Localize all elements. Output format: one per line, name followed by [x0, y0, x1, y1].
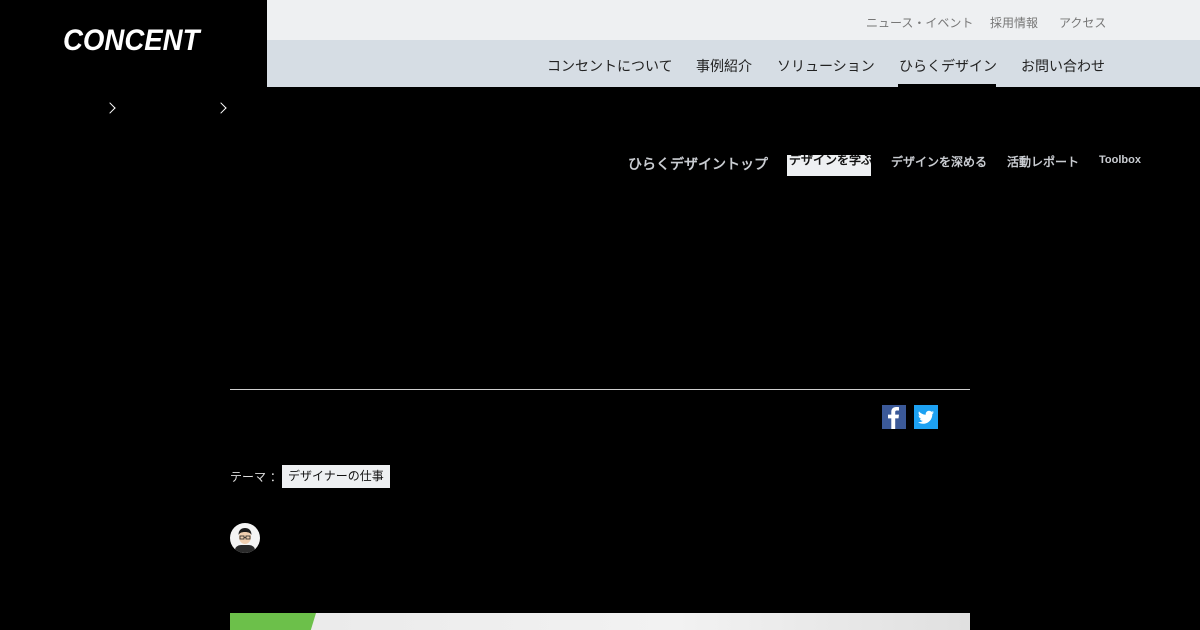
subnav-top[interactable]: ひらくデザイントップ: [628, 154, 768, 174]
hero-image: [230, 613, 970, 630]
content-divider: [230, 389, 970, 390]
chevron-right-icon: [104, 102, 116, 114]
nav-solutions[interactable]: ソリューション: [777, 56, 875, 76]
subnav-report[interactable]: 活動レポート: [1007, 153, 1079, 170]
concent-logo[interactable]: CONCENT: [63, 24, 199, 58]
nav-contact[interactable]: お問い合わせ: [1021, 56, 1105, 76]
nav-active-indicator: [898, 84, 996, 87]
nav-cases[interactable]: 事例紹介: [696, 56, 752, 76]
subnav-learn[interactable]: デザインを学ぶ: [787, 155, 871, 176]
hero-green-accent: [230, 613, 316, 630]
facebook-icon: [888, 407, 899, 429]
nav-hiraku-design[interactable]: ひらくデザイン: [899, 56, 997, 76]
facebook-share-button[interactable]: [882, 405, 906, 429]
theme-label: テーマ ：: [230, 470, 282, 484]
person-icon: [235, 528, 255, 553]
utility-nav: ニュース・イベント 採用情報 アクセス: [267, 0, 1200, 40]
nav-about[interactable]: コンセントについて: [547, 56, 673, 76]
logo-area: CONCENT: [0, 0, 267, 87]
main-nav: コンセントについて 事例紹介 ソリューション ひらくデザイン お問い合わせ: [267, 40, 1200, 87]
subnav-toolbox[interactable]: Toolbox: [1099, 154, 1141, 166]
chevron-right-icon: [215, 102, 227, 114]
access-link[interactable]: アクセス: [1059, 14, 1106, 31]
twitter-share-button[interactable]: [914, 405, 938, 429]
news-events-link[interactable]: ニュース・イベント: [866, 14, 973, 31]
subnav-deepen[interactable]: デザインを深める: [891, 153, 987, 170]
theme-tag[interactable]: デザイナーの仕事: [282, 465, 390, 488]
author-avatar[interactable]: [230, 523, 260, 553]
twitter-icon: [918, 410, 934, 424]
recruit-link[interactable]: 採用情報: [990, 14, 1038, 31]
